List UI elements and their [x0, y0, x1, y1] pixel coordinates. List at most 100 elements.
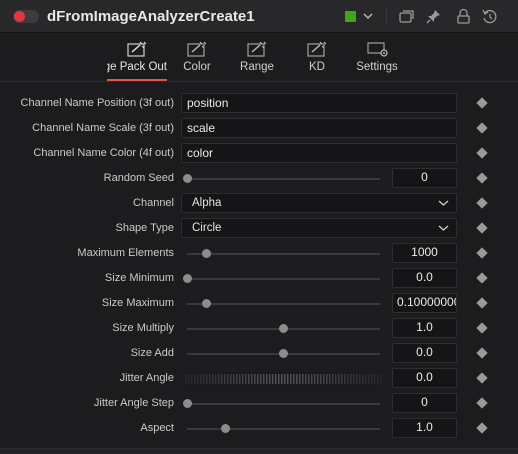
- aspect-slider[interactable]: [187, 428, 380, 430]
- node-title-bar: dFromImageAnalyzerCreate1: [0, 0, 518, 33]
- param-row: Size Add 0.0: [0, 341, 518, 366]
- keyframe-icon[interactable]: [476, 372, 488, 384]
- slider-handle[interactable]: [221, 424, 231, 433]
- active-tab-indicator: [107, 79, 167, 81]
- keyframe-icon[interactable]: [476, 297, 488, 309]
- param-label: Maximum Elements: [77, 247, 174, 259]
- channel-name-color-input[interactable]: color: [181, 143, 457, 163]
- random-seed-slider[interactable]: [187, 178, 380, 180]
- dropdown-value: Alpha: [192, 197, 222, 209]
- slider-handle[interactable]: [201, 299, 211, 308]
- param-label: Channel: [133, 197, 174, 209]
- size-minimum-slider[interactable]: [187, 278, 380, 280]
- param-label: Aspect: [140, 422, 174, 434]
- tab-kd[interactable]: KD: [300, 34, 334, 82]
- slider-handle[interactable]: [182, 174, 192, 183]
- tab-label: KD: [309, 61, 325, 73]
- reset-icon[interactable]: [481, 8, 498, 25]
- jitter-angle-value[interactable]: 0.0: [392, 368, 457, 388]
- tab-image-pack-out[interactable]: Image Pack Out: [107, 34, 167, 82]
- panel-bottom-edge: [0, 448, 518, 454]
- tab-label: Range: [240, 61, 274, 73]
- channel-name-scale-input[interactable]: scale: [181, 118, 457, 138]
- node-title: dFromImageAnalyzerCreate1: [47, 8, 255, 25]
- divider: [386, 7, 387, 26]
- keyframe-icon[interactable]: [476, 197, 488, 209]
- size-multiply-value[interactable]: 1.0: [392, 318, 457, 338]
- keyframe-icon[interactable]: [476, 422, 488, 434]
- size-maximum-slider[interactable]: [187, 303, 380, 305]
- param-row: Shape Type Circle: [0, 216, 518, 241]
- param-row: Maximum Elements 1000: [0, 241, 518, 266]
- size-maximum-value[interactable]: 0.10000000: [392, 293, 457, 313]
- shape-type-dropdown[interactable]: Circle: [181, 218, 457, 238]
- param-row: Channel Name Position (3f out) position: [0, 91, 518, 116]
- keyframe-icon[interactable]: [476, 397, 488, 409]
- keyframe-icon[interactable]: [476, 172, 488, 184]
- param-label: Shape Type: [115, 222, 174, 234]
- random-seed-value[interactable]: 0: [392, 168, 457, 188]
- slider-handle[interactable]: [279, 349, 288, 358]
- window-icon[interactable]: [398, 8, 415, 25]
- settings-pen-icon: [307, 41, 327, 57]
- jitter-angle-thumbwheel[interactable]: [183, 372, 381, 386]
- chevron-down-icon: [438, 225, 449, 231]
- slider-handle[interactable]: [182, 399, 192, 408]
- settings-pen-icon: [127, 41, 147, 57]
- inspector-panel: Channel Name Position (3f out) position …: [0, 83, 518, 454]
- settings-pen-icon: [247, 41, 267, 57]
- param-label: Channel Name Position (3f out): [20, 97, 174, 109]
- tab-label: Color: [183, 61, 211, 73]
- keyframe-icon[interactable]: [476, 322, 488, 334]
- param-row: Channel Name Scale (3f out) scale: [0, 116, 518, 141]
- param-row: Aspect 1.0: [0, 416, 518, 441]
- param-label: Channel Name Scale (3f out): [32, 122, 174, 134]
- lock-icon[interactable]: [455, 8, 472, 25]
- keyframe-icon[interactable]: [476, 347, 488, 359]
- param-row: Size Multiply 1.0: [0, 316, 518, 341]
- param-row: Size Maximum 0.10000000: [0, 291, 518, 316]
- keyframe-icon[interactable]: [476, 122, 488, 134]
- channel-name-position-input[interactable]: position: [181, 93, 457, 113]
- chevron-down-icon[interactable]: [362, 9, 374, 23]
- param-row: Size Minimum 0.0: [0, 266, 518, 291]
- size-add-value[interactable]: 0.0: [392, 343, 457, 363]
- param-label: Size Add: [130, 347, 174, 359]
- keyframe-icon[interactable]: [476, 247, 488, 259]
- aspect-value[interactable]: 1.0: [392, 418, 457, 438]
- param-label: Size Multiply: [112, 322, 174, 334]
- tab-color[interactable]: Color: [177, 34, 217, 82]
- chevron-down-icon: [438, 200, 449, 206]
- tab-label: Image Pack Out: [107, 61, 167, 73]
- dropdown-value: Circle: [192, 222, 222, 234]
- param-row: Random Seed 0: [0, 166, 518, 191]
- tab-bar: Image Pack Out Color Range KD Settings: [0, 34, 518, 82]
- channel-dropdown[interactable]: Alpha: [181, 193, 457, 213]
- maximum-elements-value[interactable]: 1000: [392, 243, 457, 263]
- jitter-angle-step-value[interactable]: 0: [392, 393, 457, 413]
- jitter-angle-step-slider[interactable]: [187, 403, 380, 405]
- slider-handle[interactable]: [182, 274, 192, 283]
- keyframe-icon[interactable]: [476, 272, 488, 284]
- tab-range[interactable]: Range: [235, 34, 279, 82]
- gear-icon: [367, 42, 388, 57]
- param-row: Jitter Angle 0.0: [0, 366, 518, 391]
- pin-icon[interactable]: [425, 8, 442, 25]
- param-row: Channel Name Color (4f out) color: [0, 141, 518, 166]
- maximum-elements-slider[interactable]: [187, 253, 380, 255]
- keyframe-icon[interactable]: [476, 222, 488, 234]
- param-label: Random Seed: [103, 172, 174, 184]
- node-enable-toggle[interactable]: [13, 10, 39, 23]
- size-minimum-value[interactable]: 0.0: [392, 268, 457, 288]
- slider-handle[interactable]: [279, 324, 288, 333]
- param-label: Size Maximum: [101, 297, 174, 309]
- keyframe-icon[interactable]: [476, 97, 488, 109]
- param-label: Size Minimum: [104, 272, 174, 284]
- tab-settings[interactable]: Settings: [352, 34, 402, 82]
- keyframe-icon[interactable]: [476, 147, 488, 159]
- param-row: Channel Alpha: [0, 191, 518, 216]
- slider-handle[interactable]: [201, 249, 211, 258]
- param-label: Jitter Angle: [119, 372, 174, 384]
- node-color-swatch[interactable]: [345, 11, 356, 22]
- tab-label: Settings: [356, 61, 398, 73]
